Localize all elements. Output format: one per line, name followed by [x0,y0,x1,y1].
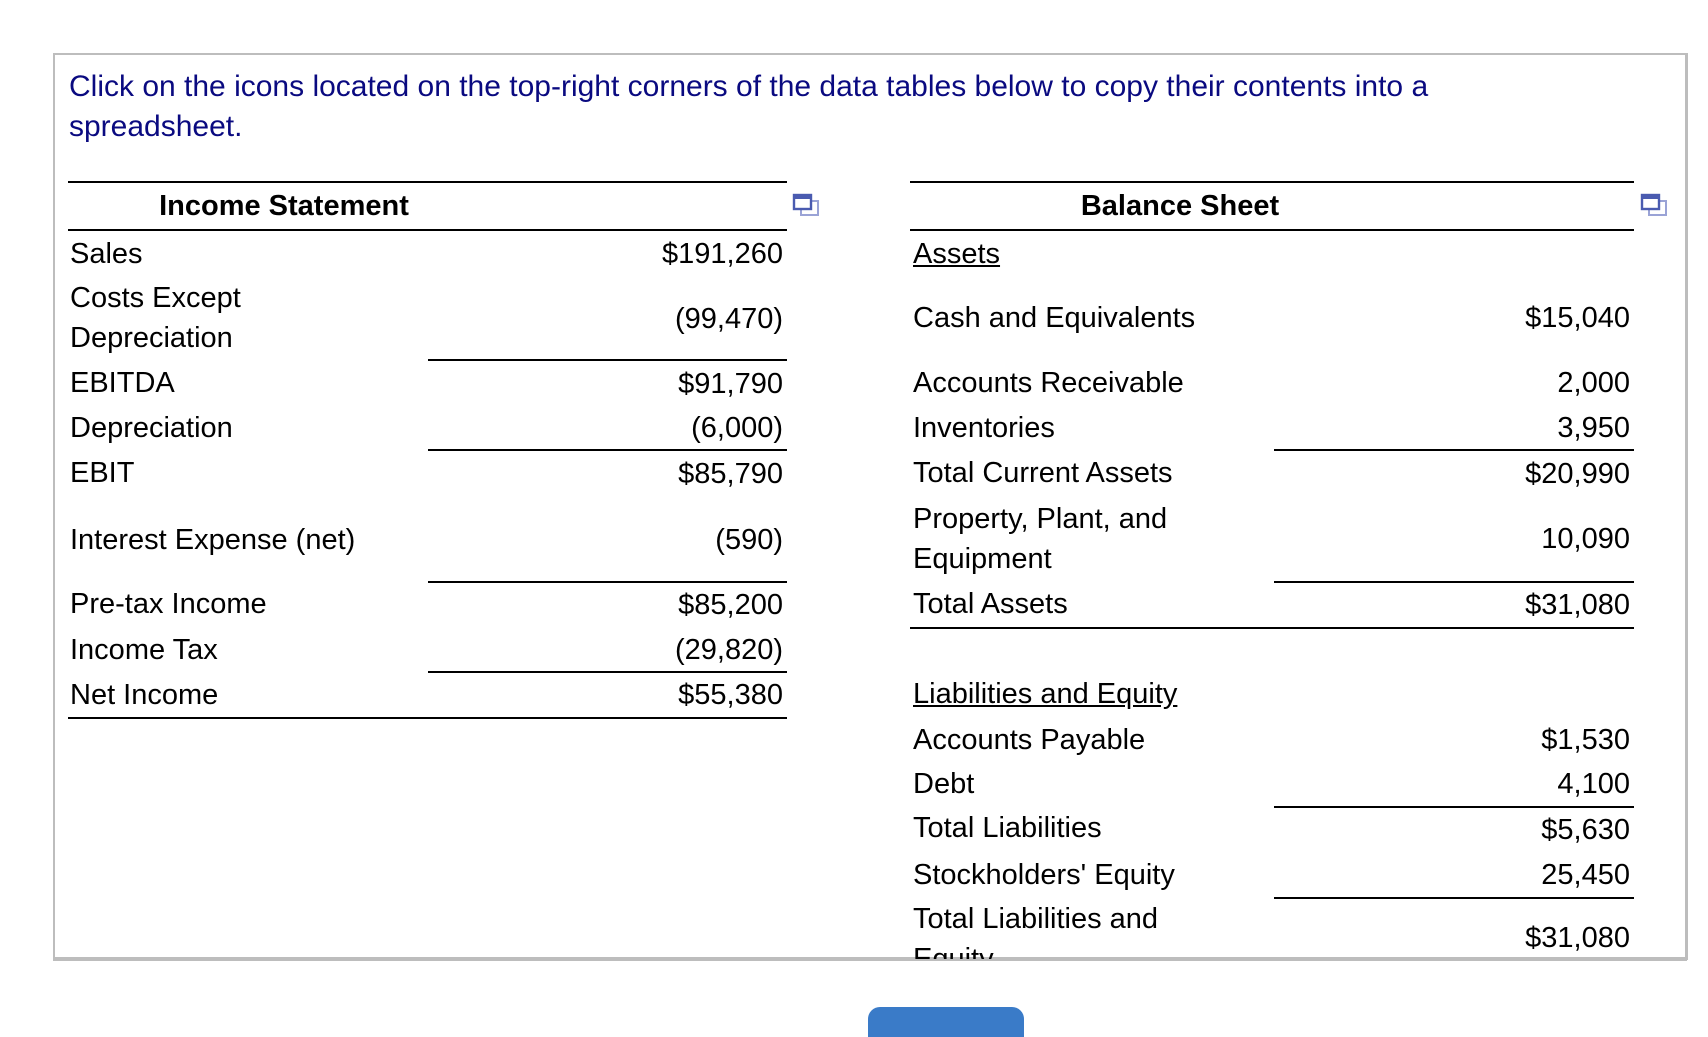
subtotal-rule [1274,806,1634,808]
row-label-cash: Cash and Equivalents [913,302,1196,334]
row-value-sales: $191,260 [662,238,783,270]
balance-sheet-title: Balance Sheet [1080,190,1280,222]
row-value-inventories: 3,950 [1557,412,1630,444]
copy-to-spreadsheet-icon[interactable] [1640,192,1668,218]
subtotal-rule [1274,581,1634,583]
row-label-costs-2: Depreciation [70,322,233,354]
subtotal-rule [1274,897,1634,899]
row-label-interest: Interest Expense (net) [70,524,356,556]
panel-right-border [1686,53,1688,960]
row-label-ppe-2: Equipment [913,543,1052,575]
row-value-total-liabilities: $5,630 [1541,814,1630,846]
row-label-total-liabilities: Total Liabilities [913,812,1102,844]
instruction-text: Click on the icons located on the top-ri… [69,67,1629,147]
row-label-debt: Debt [913,768,975,800]
subtotal-rule [428,359,787,361]
row-value-debt: 4,100 [1557,768,1630,800]
row-label-ppe: Property, Plant, and [913,503,1168,535]
row-value-cash: $15,040 [1525,302,1630,334]
row-label-net-income: Net Income [70,679,219,711]
table-bottom-rule [68,717,787,719]
header-rule [910,229,1634,231]
row-value-ebitda: $91,790 [678,368,783,400]
panel-top-border [53,53,1688,55]
instruction-line-1: Click on the icons located on the top-ri… [69,70,1429,103]
row-value-equity: 25,450 [1541,859,1630,891]
row-label-payables: Accounts Payable [913,724,1146,756]
subtotal-rule [428,581,787,583]
row-value-costs: (99,470) [674,303,783,335]
subtotal-rule [428,671,787,673]
row-label-total-liabilities-equity: Total Liabilities and [913,903,1159,935]
row-label-equity: Stockholders' Equity [913,859,1175,891]
row-value-depreciation: (6,000) [691,412,783,444]
row-label-receivables: Accounts Receivable [913,367,1184,399]
row-value-total-liabilities-equity: $31,080 [1525,922,1630,954]
row-label-total-liabilities-equity-2: Equity [913,939,994,959]
table-top-rule [68,181,787,183]
row-label-inventories: Inventories [913,412,1055,444]
row-value-total-current-assets: $20,990 [1525,458,1630,490]
row-label-costs: Costs Except [70,282,241,314]
subtotal-rule [1274,449,1634,451]
instruction-line-2: spreadsheet. [69,110,243,143]
row-value-ppe: 10,090 [1541,523,1630,555]
row-label-pretax: Pre-tax Income [70,588,267,620]
row-label-ebitda: EBITDA [70,367,175,399]
subtotal-rule [428,449,787,451]
row-label-sales: Sales [70,238,143,270]
header-rule [68,229,787,231]
income-statement-title: Income Statement [159,190,409,222]
row-label-total-assets: Total Assets [913,588,1068,620]
row-value-pretax: $85,200 [678,589,783,621]
table-top-rule [910,181,1634,183]
row-value-ebit: $85,790 [678,458,783,490]
assets-heading: Assets [913,238,1001,270]
row-label-ebit: EBIT [70,457,135,489]
row-value-total-assets: $31,080 [1525,589,1630,621]
row-label-depreciation: Depreciation [70,412,233,444]
row-value-receivables: 2,000 [1557,367,1630,399]
panel-left-border [53,53,55,960]
row-value-tax: (29,820) [674,634,783,666]
copy-to-spreadsheet-icon[interactable] [792,192,820,218]
row-label-tax: Income Tax [70,634,218,666]
panel-bottom-border [53,959,1687,961]
liabilities-heading: Liabilities and Equity [913,678,1178,710]
row-value-payables: $1,530 [1541,724,1630,756]
row-value-interest: (590) [715,524,783,556]
row-label-total-current-assets: Total Current Assets [913,457,1173,489]
section-rule [910,627,1634,629]
row-value-net-income: $55,380 [678,679,783,711]
row-label-total-liabilities-equity-2-text: Equity [913,943,994,959]
